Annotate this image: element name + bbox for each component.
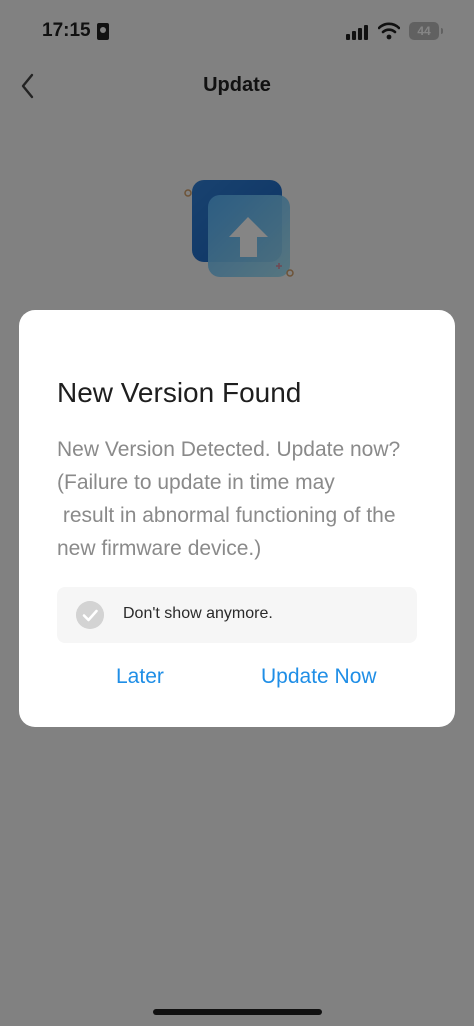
check-circle-icon[interactable] [76, 601, 104, 629]
home-indicator[interactable] [153, 1009, 322, 1015]
update-dialog: New Version Found New Version Detected. … [19, 310, 455, 727]
dialog-title: New Version Found [57, 377, 302, 408]
later-button[interactable]: Later [116, 665, 164, 689]
dont-show-again-option[interactable]: Don't show anymore. [57, 587, 417, 643]
update-now-button[interactable]: Update Now [261, 665, 377, 689]
dont-show-again-label: Don't show anymore. [123, 605, 273, 622]
dialog-message: New Version Detected. Update now? (Failu… [57, 438, 401, 560]
